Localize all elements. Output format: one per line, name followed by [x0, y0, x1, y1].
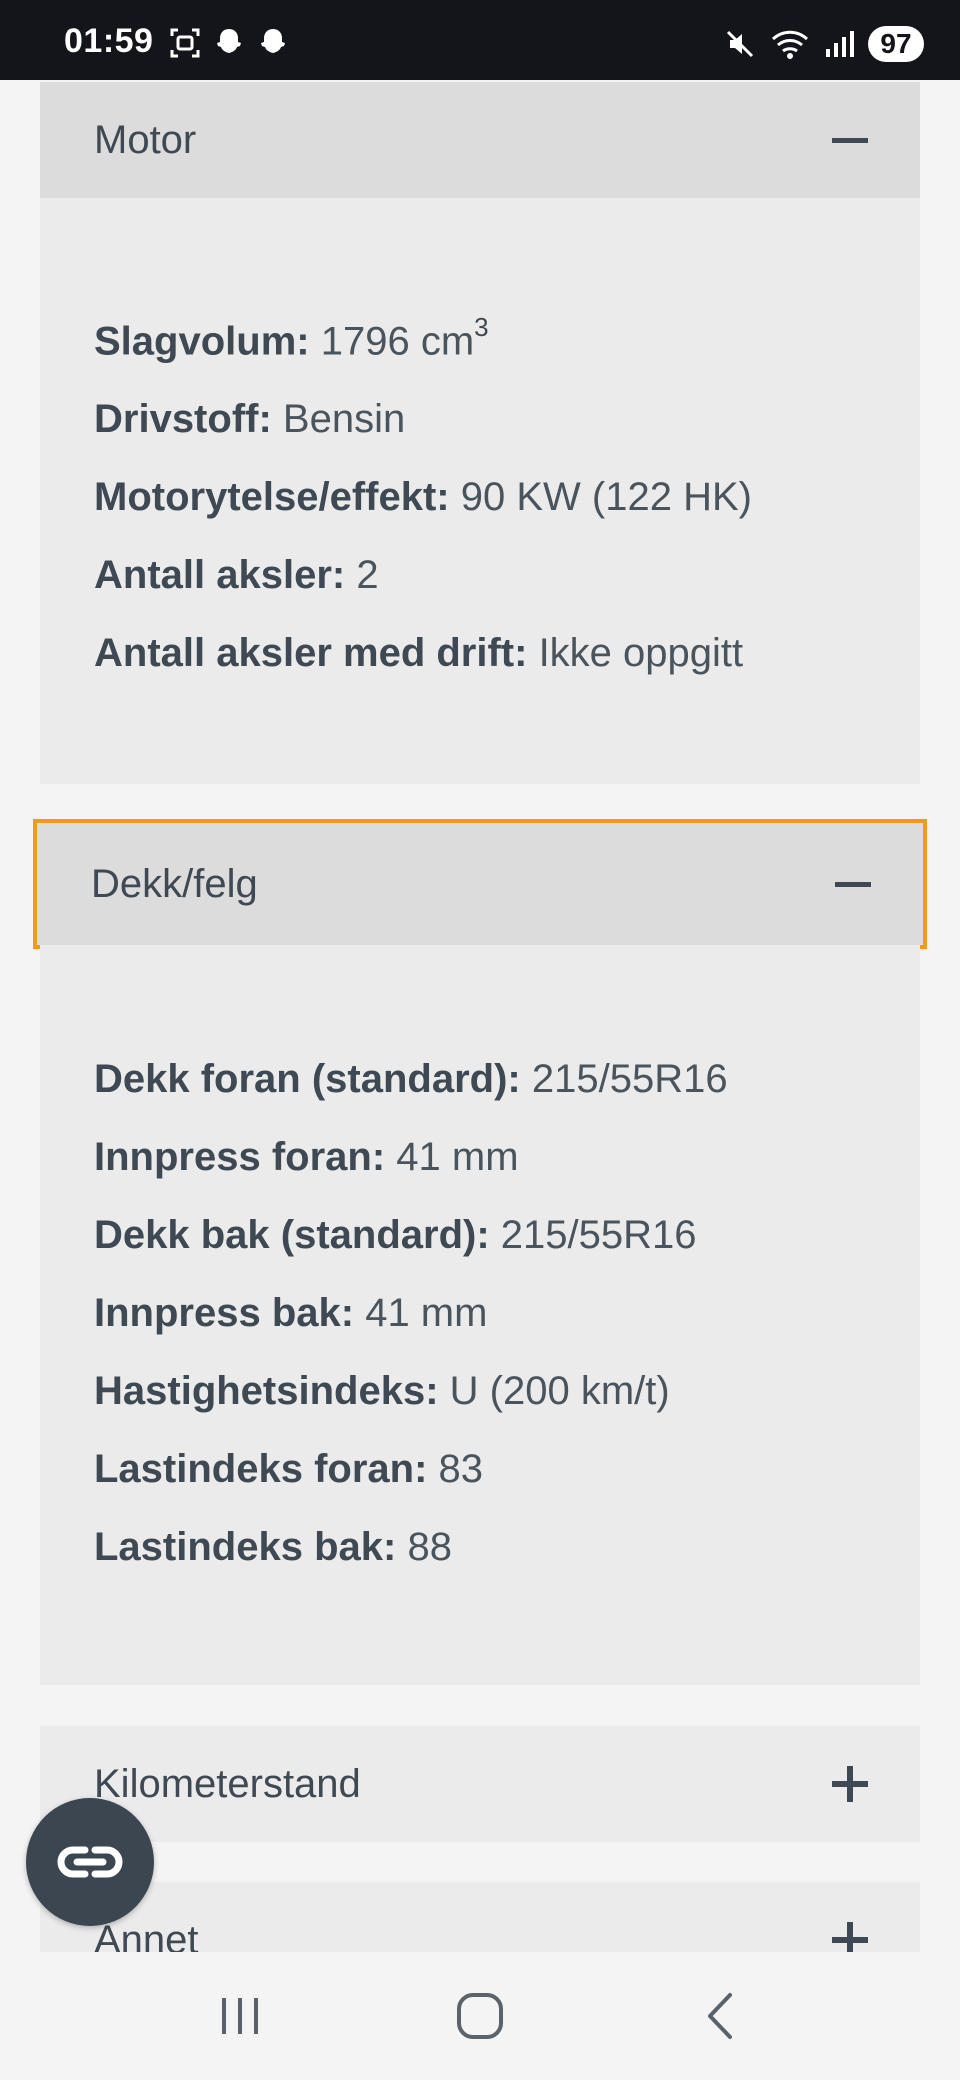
- spec-row-hastighetsindeks: Hastighetsindeks: U (200 km/t): [94, 1352, 866, 1430]
- accordion-header-kilometerstand[interactable]: Kilometerstand: [40, 1726, 920, 1842]
- spec-label: Lastindeks foran:: [94, 1447, 428, 1491]
- spec-value: 215/55R16: [500, 1213, 697, 1257]
- recent-apps-button[interactable]: [195, 1981, 285, 2051]
- spec-value: 41 mm: [396, 1135, 519, 1179]
- spec-row-slagvolum: Slagvolum: 1796 cm3: [94, 292, 866, 380]
- spec-value: 1796 cm: [320, 319, 475, 364]
- spec-label: Dekk bak (standard):: [94, 1213, 490, 1257]
- spec-row-dekk-bak: Dekk bak (standard): 215/55R16: [94, 1196, 866, 1274]
- link-icon: [57, 1846, 123, 1878]
- spec-value: U (200 km/t): [449, 1369, 670, 1413]
- minus-icon: [835, 881, 871, 887]
- wifi-icon: [771, 30, 809, 59]
- accordion-title: Dekk/felg: [91, 861, 258, 906]
- spec-value: 83: [438, 1447, 484, 1491]
- mute-icon: [726, 30, 754, 58]
- spec-row-innpress-bak: Innpress bak: 41 mm: [94, 1274, 866, 1352]
- home-button[interactable]: [435, 1981, 525, 2051]
- spec-label: Drivstoff:: [94, 397, 272, 442]
- accordion-title: Motor: [94, 117, 197, 162]
- spec-value: 2: [356, 553, 379, 598]
- spec-label: Innpress bak:: [94, 1291, 355, 1335]
- spec-value: 41 mm: [365, 1291, 488, 1335]
- status-bar: 01:59 97: [0, 0, 960, 80]
- spec-row-motorytelse: Motorytelse/effekt: 90 KW (122 HK): [94, 458, 866, 536]
- spec-value: Bensin: [282, 397, 406, 442]
- plus-icon: [832, 1766, 868, 1802]
- snapchat-icon: [261, 29, 285, 53]
- back-icon: [708, 1993, 732, 2039]
- spec-label: Dekk foran (standard):: [94, 1057, 521, 1101]
- battery-indicator: 97: [868, 26, 924, 62]
- spec-row-innpress-foran: Innpress foran: 41 mm: [94, 1118, 866, 1196]
- accordion-header-annet[interactable]: Annet: [40, 1882, 920, 1952]
- status-time: 01:59: [64, 22, 154, 60]
- spec-row-dekk-foran: Dekk foran (standard): 215/55R16: [94, 1040, 866, 1118]
- floating-link-button[interactable]: [26, 1798, 154, 1926]
- spec-label: Innpress foran:: [94, 1135, 386, 1179]
- plus-icon: [832, 1922, 868, 1952]
- spec-row-drivstoff: Drivstoff: Bensin: [94, 380, 866, 458]
- spec-value: 88: [407, 1525, 452, 1569]
- spec-row-aksler-med-drift: Antall aksler med drift: Ikke oppgitt: [94, 614, 866, 692]
- home-icon: [457, 1993, 503, 2039]
- accordion-header-motor[interactable]: Motor: [40, 82, 920, 198]
- spec-value: 215/55R16: [531, 1057, 728, 1101]
- accordion-title: Kilometerstand: [94, 1761, 361, 1806]
- spec-label: Motorytelse/effekt:: [94, 475, 450, 520]
- spec-value: Ikke oppgitt: [538, 631, 744, 676]
- system-navigation-bar: [0, 1952, 960, 2080]
- accordion-body-dekk-felg: Dekk foran (standard): 215/55R16 Innpres…: [40, 945, 920, 1685]
- spec-row-antall-aksler: Antall aksler: 2: [94, 536, 866, 614]
- snapchat-icon: [217, 29, 241, 53]
- spec-label: Antall aksler:: [94, 553, 346, 598]
- spec-label: Lastindeks bak:: [94, 1525, 397, 1569]
- spec-value: 90 KW (122 HK): [460, 475, 752, 520]
- back-button[interactable]: [675, 1981, 765, 2051]
- spec-row-lastindeks-foran: Lastindeks foran: 83: [94, 1430, 866, 1508]
- spec-row-lastindeks-bak: Lastindeks bak: 88: [94, 1508, 866, 1586]
- screenshot-icon: [170, 28, 200, 58]
- content-scroll-area[interactable]: Motor Slagvolum: 1796 cm3 Drivstoff: Ben…: [0, 80, 960, 1952]
- status-right-icons: 97: [724, 26, 924, 62]
- status-left-icons: [168, 26, 290, 60]
- accordion-header-dekk-felg[interactable]: Dekk/felg: [33, 819, 927, 949]
- spec-label: Antall aksler med drift:: [94, 631, 528, 676]
- signal-icon: [826, 31, 854, 57]
- recent-apps-icon: [222, 1998, 258, 2034]
- spec-unit-superscript: 3: [474, 312, 489, 342]
- accordion-body-motor: Slagvolum: 1796 cm3 Drivstoff: Bensin Mo…: [40, 198, 920, 784]
- spec-label: Slagvolum:: [94, 319, 310, 364]
- minus-icon: [832, 137, 868, 143]
- spec-label: Hastighetsindeks:: [94, 1369, 439, 1413]
